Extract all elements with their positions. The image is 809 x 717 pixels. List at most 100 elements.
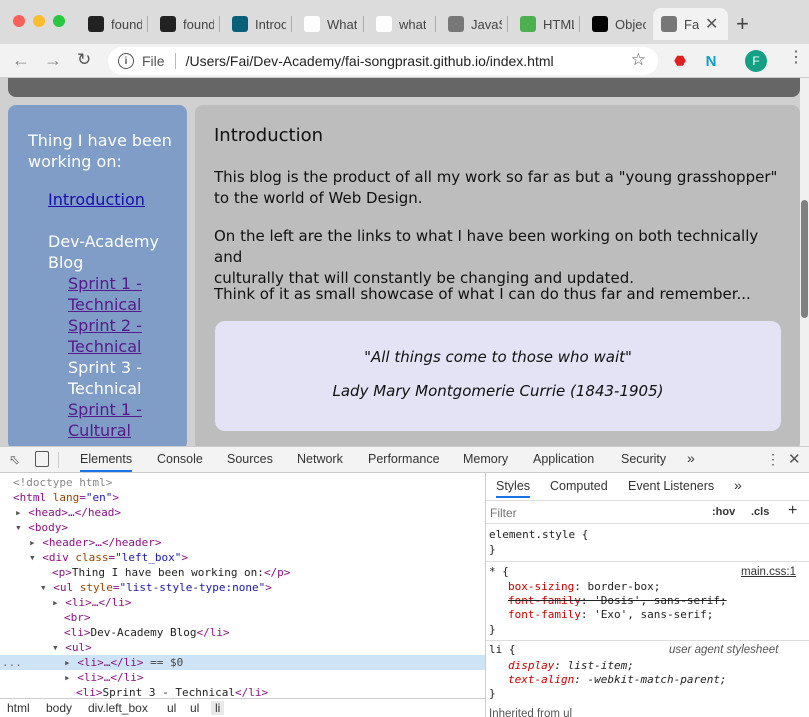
close-tab-icon[interactable]: ✕ [705, 14, 718, 34]
rule1-prop-3[interactable]: font-family: 'Exo', sans-serif; [508, 608, 713, 622]
rule2-selector[interactable]: li { [489, 643, 516, 657]
info-icon[interactable]: i [118, 53, 134, 69]
tab-label: Fa [684, 16, 700, 32]
rule1-prop-1[interactable]: box-sizing: border-box; [508, 580, 660, 594]
devtools-menu-icon[interactable]: ⋮ [766, 451, 780, 468]
crumb-div[interactable]: div.left_box [88, 701, 148, 715]
adblock-extension-icon[interactable]: ⬣ [670, 51, 690, 71]
tab-label: What [327, 16, 358, 32]
crumb-html[interactable]: html [7, 701, 30, 715]
browser-tab[interactable]: Objec [584, 8, 646, 40]
dom-ul[interactable]: ▾ <ul style="list-style-type:none"> [40, 580, 272, 595]
address-bar[interactable]: i File /Users/Fai/Dev-Academy/fai-songpr… [108, 47, 658, 75]
dom-div-left-box[interactable]: ▾ <div class="left_box"> [29, 550, 188, 565]
element-style-rule[interactable]: element.style { [489, 528, 588, 542]
dom-li-selected[interactable]: ▸ <li>…</li> == $0 [64, 655, 183, 670]
tab-label: what [399, 16, 427, 32]
dom-tree-panel: <!doctype html> <html lang="en"> ▸ <head… [0, 473, 485, 698]
crumb-li[interactable]: li [211, 701, 225, 715]
browser-tab[interactable]: found [80, 8, 142, 40]
dom-body[interactable]: ▾ <body> [15, 520, 68, 535]
device-toolbar-icon[interactable] [35, 451, 49, 467]
rule-close-brace: } [489, 623, 496, 636]
tab-separator [435, 16, 436, 32]
rule1-selector[interactable]: * { [489, 565, 509, 579]
tab-label: JavaS [471, 16, 502, 32]
blog-label-line1: Dev-Academy [48, 232, 159, 251]
sprint2-technical-link-line2[interactable]: Technical [68, 336, 141, 357]
tab-separator [507, 16, 508, 32]
browser-tab[interactable]: found [152, 8, 214, 40]
url-text[interactable]: /Users/Fai/Dev-Academy/fai-songprasit.gi… [186, 53, 554, 69]
dom-p-text: Thing I have been working on: [71, 566, 264, 579]
reload-icon[interactable]: ↻ [77, 50, 91, 70]
dom-head-text: <head>…</head> [28, 506, 121, 519]
add-rule-icon[interactable]: + [788, 502, 797, 520]
dom-head[interactable]: ▸ <head>…</head> [15, 505, 121, 520]
tab-elements[interactable]: Elements [80, 452, 133, 472]
sprint1-cultural-link[interactable]: Sprint 1 - [68, 399, 142, 420]
rule1-source-link[interactable]: main.css:1 [741, 565, 796, 579]
browser-menu-icon[interactable]: ⋮ [788, 50, 804, 66]
browser-tab[interactable]: HTML [512, 8, 574, 40]
browser-tab[interactable]: what [368, 8, 430, 40]
dom-ul-inner[interactable]: ▾ <ul> [52, 640, 92, 655]
sprint1-technical-link-line2[interactable]: Technical [68, 294, 141, 315]
more-style-tabs-icon[interactable]: » [734, 477, 742, 493]
maximize-window-button[interactable] [53, 15, 65, 27]
sprint1-technical-link[interactable]: Sprint 1 - [68, 273, 142, 294]
sprint2-technical-link[interactable]: Sprint 2 - [68, 315, 142, 336]
tab-application[interactable]: Application [533, 452, 594, 466]
profile-avatar[interactable]: F [745, 50, 767, 72]
tab-network[interactable]: Network [297, 452, 343, 466]
dom-p[interactable]: <p>Thing I have been working on:</p> [52, 565, 290, 580]
close-devtools-icon[interactable]: ✕ [788, 450, 801, 468]
crumb-body[interactable]: body [46, 701, 72, 715]
bookmark-star-icon[interactable]: ☆ [631, 50, 646, 70]
browser-tab[interactable]: Introd [224, 8, 286, 40]
dom-li-intro[interactable]: ▸ <li>…</li> [52, 595, 131, 610]
tab-label: found [111, 16, 142, 32]
dom-doctype: <!doctype html> [13, 476, 113, 489]
dom-ellipsis-icon[interactable]: ... [2, 655, 22, 670]
browser-tab[interactable]: What [296, 8, 358, 40]
crumb-ul-2[interactable]: ul [190, 701, 199, 715]
rule1-prop-2[interactable]: font-family: 'Dosis', sans-serif; [508, 594, 727, 608]
rule2-prop-2[interactable]: text-align: -webkit-match-parent; [508, 673, 727, 687]
tab-styles[interactable]: Styles [496, 479, 531, 498]
intro-link[interactable]: Introduction [48, 189, 145, 210]
quote-box: "All things come to those who wait" Lady… [215, 321, 781, 431]
close-window-button[interactable] [13, 15, 25, 27]
rule2-prop-1[interactable]: display: list-item; [508, 659, 634, 673]
page-scrollbar-thumb[interactable] [801, 200, 808, 318]
browser-tab[interactable]: JavaS [440, 8, 502, 40]
dom-body-text: <body> [28, 521, 68, 534]
back-arrow-icon[interactable]: ← [12, 50, 30, 71]
tab-sources[interactable]: Sources [227, 452, 273, 466]
tab-security[interactable]: Security [621, 452, 666, 466]
styles-filter-input[interactable] [490, 504, 700, 521]
paragraph-line: to the world of Web Design. [214, 189, 423, 207]
dom-html[interactable]: <html lang="en"> [13, 490, 119, 505]
dom-br[interactable]: <br> [64, 610, 91, 625]
tab-event-listeners[interactable]: Event Listeners [628, 479, 714, 493]
tab-memory[interactable]: Memory [463, 452, 508, 466]
more-tabs-icon[interactable]: » [687, 450, 695, 466]
dom-header[interactable]: ▸ <header>…</header> [29, 535, 161, 550]
crumb-ul[interactable]: ul [167, 701, 176, 715]
page-title: Introduction [214, 125, 324, 146]
tab-performance[interactable]: Performance [368, 452, 440, 466]
inspect-element-icon[interactable]: ⬁ [9, 452, 20, 468]
dom-li-sprint3[interactable]: <li>Sprint 3 - Technical</li> [76, 685, 268, 698]
forward-arrow-icon[interactable]: → [44, 50, 62, 71]
dom-li-blog[interactable]: <li>Dev-Academy Blog</li> [64, 625, 230, 640]
tab-computed[interactable]: Computed [550, 479, 608, 493]
sprint1-cultural-link-line2[interactable]: Cultural [68, 420, 131, 441]
new-tab-button[interactable]: + [736, 11, 749, 37]
dom-li-next[interactable]: ▸ <li>…</li> [64, 670, 143, 685]
extension-n-icon[interactable]: N [701, 51, 721, 71]
cls-toggle[interactable]: .cls [751, 506, 769, 518]
hov-toggle[interactable]: :hov [712, 506, 735, 518]
minimize-window-button[interactable] [33, 15, 45, 27]
tab-console[interactable]: Console [157, 452, 203, 466]
